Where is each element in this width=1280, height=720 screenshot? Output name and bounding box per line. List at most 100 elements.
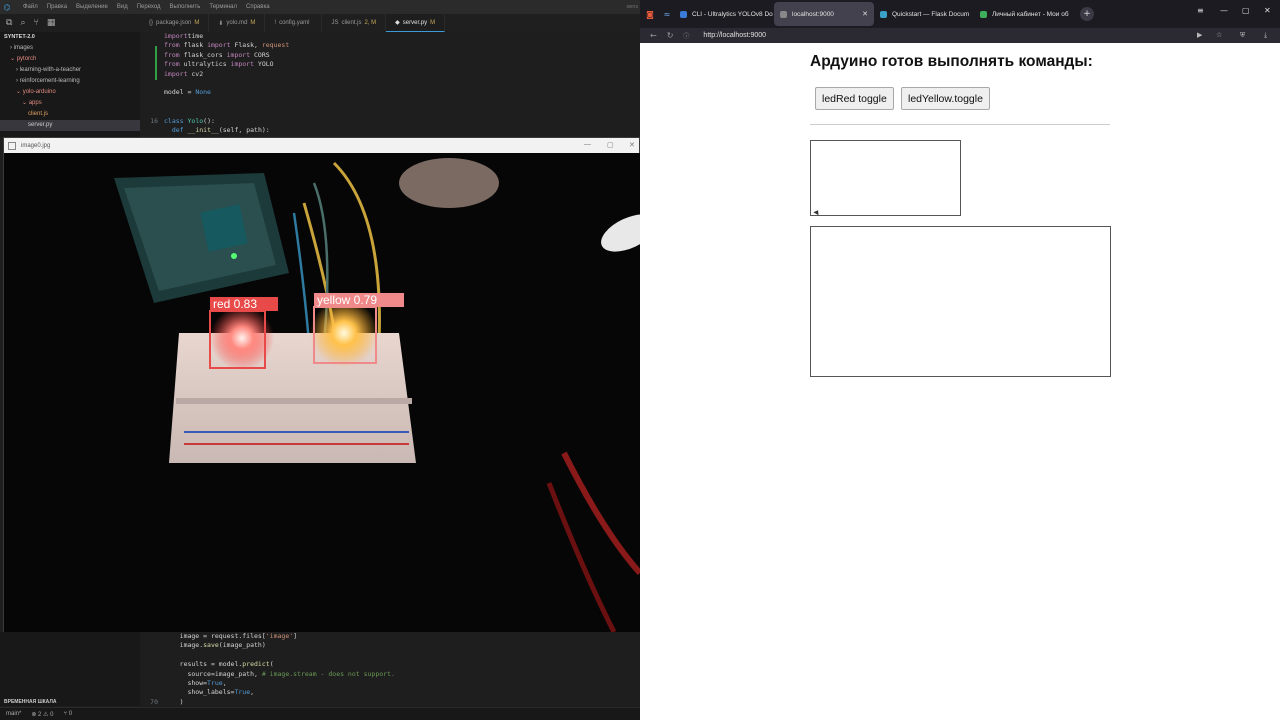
code-token: 'image' [265, 632, 294, 640]
menu-selection[interactable]: Выделение [76, 4, 108, 10]
explorer-toolbar: ⧉ ⌕ ⑂ ▦ [0, 14, 140, 32]
download-icon[interactable]: ⤓ [1264, 31, 1267, 40]
code-token: predict [242, 660, 270, 669]
status-problems[interactable]: ⊗ 2 ⚠ 0 [31, 711, 53, 718]
image-viewer-titlebar[interactable]: image0.jpg — ▢ ✕ [4, 138, 639, 153]
code-line: from flask_cors import CORS [140, 51, 640, 60]
source-control-icon[interactable]: ⑂ [33, 18, 38, 28]
code-token: from [164, 50, 180, 59]
explorer-item[interactable]: client.js [0, 109, 140, 120]
code-editor-bottom[interactable]: image = request.files['image'] image.sav… [140, 632, 640, 706]
editor-tab-label: package.json [156, 20, 192, 26]
code-line: source=image_path, # image.stream - does… [140, 670, 640, 679]
code-token: def [171, 125, 184, 134]
menu-view[interactable]: Вид [117, 4, 128, 10]
browser-tab-2[interactable]: Quickstart — Flask Docum [874, 2, 974, 26]
menu-help[interactable]: Справка [246, 4, 270, 10]
git-change-indicator [155, 46, 157, 80]
code-token: , [222, 678, 227, 687]
browser-tab-0[interactable]: CLI - Ultralytics YOLOv8 Do [674, 2, 774, 26]
new-tab-icon[interactable]: + [1080, 7, 1094, 21]
maximize-icon[interactable]: ▢ [1242, 6, 1250, 15]
site-info-icon[interactable]: ⓘ [683, 31, 689, 40]
menu-edit[interactable]: Правка [47, 4, 67, 10]
code-token: time [187, 32, 204, 40]
explorer-item[interactable]: ⌄ apps [0, 98, 140, 109]
close-icon[interactable]: ✕ [1264, 6, 1271, 15]
explorer-item[interactable]: › learning-with-a-teacher [0, 65, 140, 76]
code-token: import [230, 60, 255, 69]
browser-tab-1[interactable]: localhost:9000 ✕ [774, 2, 874, 26]
bookmark-icon[interactable]: ☆ [1216, 31, 1222, 39]
explorer-icon[interactable]: ⧉ [6, 18, 12, 28]
status-branch[interactable]: main* [6, 711, 21, 717]
code-token: (image_path) [218, 641, 266, 650]
code-token: save [203, 641, 219, 650]
tab-list-icon[interactable]: ≈ [660, 7, 674, 21]
editor-tab-0[interactable]: {} package.json M [140, 14, 210, 32]
url-bar[interactable]: http://localhost:9000 [703, 32, 766, 39]
code-line: show=True, [140, 679, 640, 688]
minimize-icon[interactable]: — [584, 141, 591, 148]
code-token: # image.stream - does not support. [261, 669, 395, 678]
menu-go[interactable]: Переход [137, 4, 161, 10]
extensions-icon[interactable]: ▦ [47, 18, 56, 28]
editor-tab-4[interactable]: ◆ server.py M [386, 14, 446, 32]
code-line: image.save(image_path) [140, 641, 640, 650]
browser-tab-label: Quickstart — Flask Docum [892, 10, 970, 18]
timeline-panel-header[interactable]: ВРЕМЕННАЯ ШКАЛА [0, 697, 140, 707]
tab-favicon-icon [880, 10, 887, 18]
editor-tab-3[interactable]: JS client.js 2, M [322, 14, 387, 32]
code-token: from [164, 41, 180, 50]
explorer-item[interactable]: › reinforcement-learning [0, 76, 140, 87]
explorer-item[interactable]: ⌄ yolo-arduino [0, 87, 140, 98]
code-line: image = request.files['image'] [140, 632, 640, 641]
close-icon[interactable]: ✕ [629, 141, 635, 149]
image-viewer-window: image0.jpg — ▢ ✕ red 0.83 yellow 0.79 [3, 137, 640, 632]
search-icon[interactable]: ⌕ [20, 18, 25, 28]
divider [810, 124, 1110, 125]
explorer-root[interactable]: SYNTET-2.0 [0, 32, 140, 43]
editor-tab-2[interactable]: ! config.yaml [265, 14, 323, 32]
shield-icon[interactable]: ⛨ [1240, 31, 1245, 40]
code-token: flask [179, 41, 208, 50]
explorer-item[interactable]: ⌄ pytorch [0, 54, 140, 65]
vscode-logo-icon: ⌬ [3, 2, 11, 12]
code-token: from [164, 60, 180, 69]
browser-menu-icon[interactable]: ◙ [643, 7, 657, 21]
menu-file[interactable]: Файл [23, 4, 38, 10]
code-line: def __init__(self, path): [140, 126, 640, 135]
editor-tab-label: yolo.md [226, 20, 248, 26]
breadboard [169, 333, 416, 463]
code-editor-top[interactable]: importtime from flask import Flask, reque… [140, 32, 640, 137]
menu-run[interactable]: Выполнить [170, 4, 201, 10]
minimize-icon[interactable]: — [1220, 6, 1228, 15]
status-ports[interactable]: ⑂ 0 [63, 711, 72, 717]
code-token: ( [269, 660, 274, 669]
led-red-toggle-button[interactable]: ledRed toggle [815, 87, 894, 110]
code-token: Yolo [187, 116, 204, 125]
code-token: request [261, 41, 290, 50]
modified-badge: 2, M [364, 20, 377, 26]
menu-terminal[interactable]: Терминал [209, 4, 237, 10]
explorer-item[interactable]: server.py [0, 120, 140, 131]
led-yellow-toggle-button[interactable]: ledYellow.toggle [901, 87, 990, 110]
camera-frame: red 0.83 yellow 0.79 [4, 153, 640, 632]
browser-tab-3[interactable]: Личный кабинет - Мои об [974, 2, 1074, 26]
status-bar: main* ⊗ 2 ⚠ 0 ⑂ 0 [0, 707, 640, 720]
editor-tabs: {} package.json M ⬇ yolo.md M! config.yaml JS cl… [140, 14, 640, 32]
tab-close-icon[interactable]: ✕ [862, 10, 868, 18]
maximize-icon[interactable]: ▢ [607, 141, 614, 149]
reload-icon[interactable]: ↻ [667, 31, 674, 40]
file-type-icon: ⬇ [218, 20, 224, 27]
editor-tab-1[interactable]: ⬇ yolo.md M [209, 14, 266, 32]
code-token: import [164, 69, 188, 78]
menubar-right-text: sens [626, 4, 638, 10]
back-icon[interactable]: ← [650, 31, 657, 40]
tab-overflow-icon[interactable]: ≡ [1197, 6, 1204, 15]
explorer-item[interactable]: › images [0, 43, 140, 54]
code-token: None [195, 88, 211, 97]
camera-permission-icon[interactable]: ▶ [1197, 31, 1202, 39]
